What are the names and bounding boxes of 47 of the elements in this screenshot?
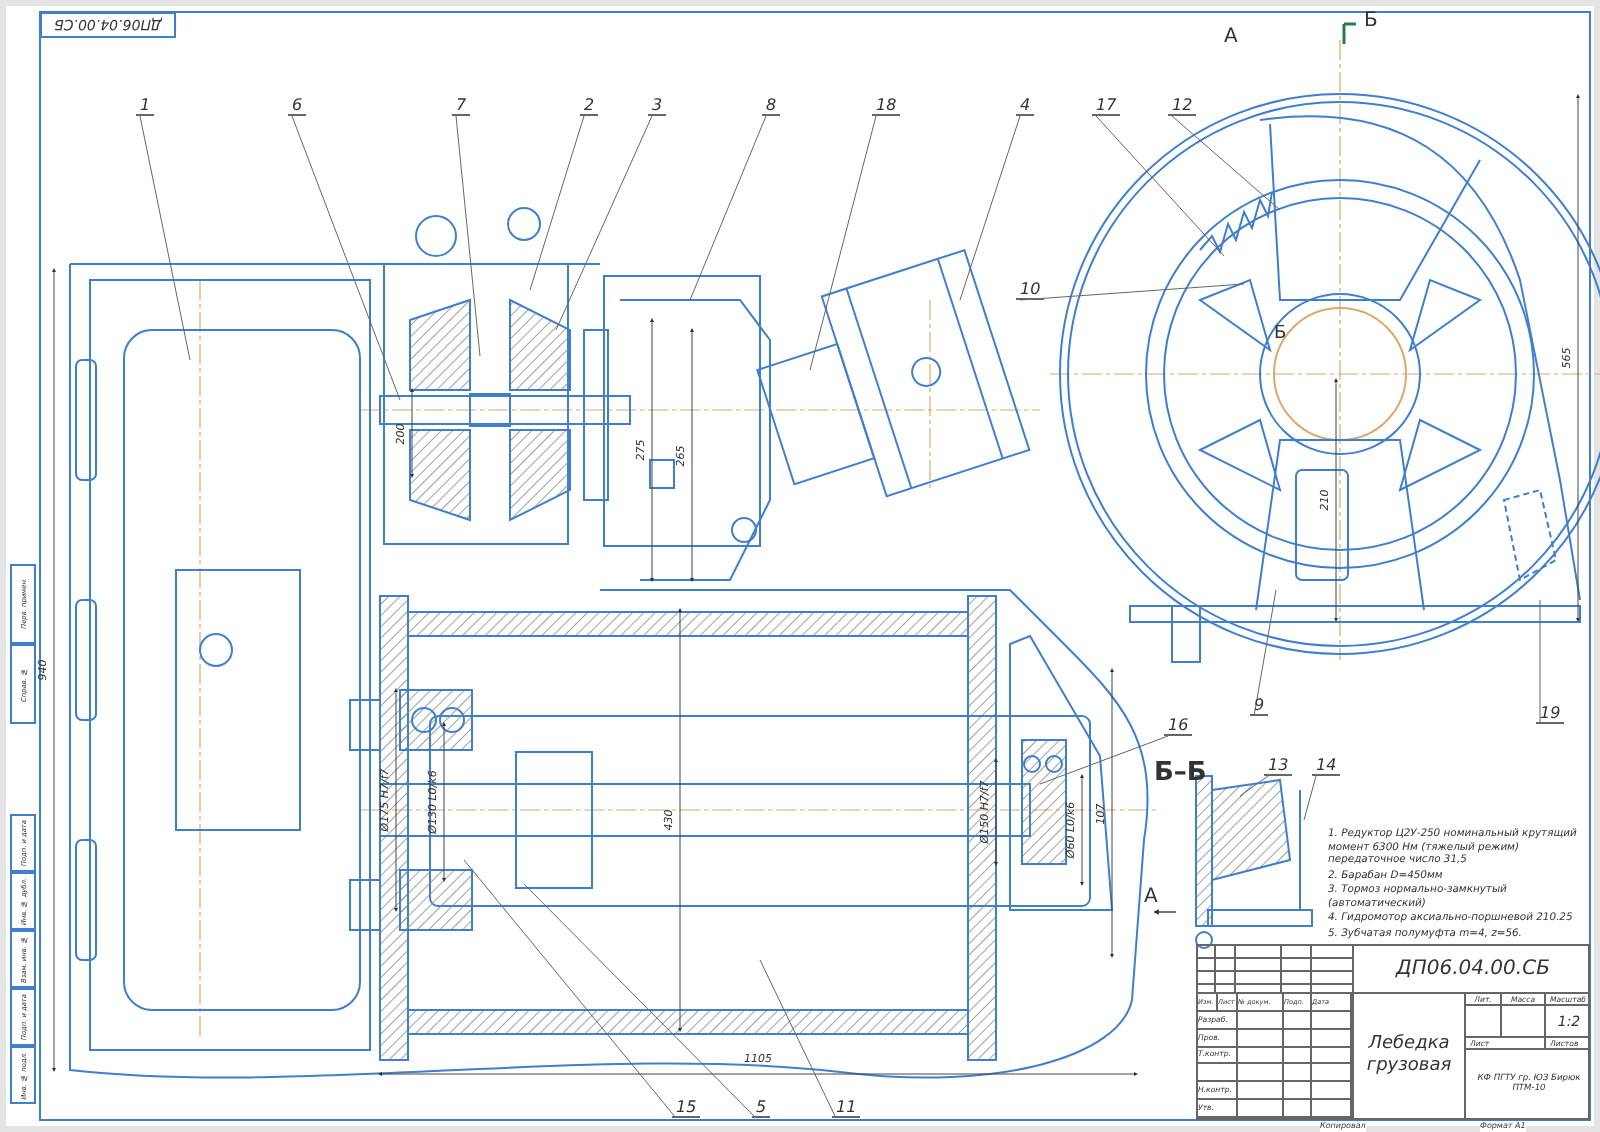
leader-line <box>1303 775 1317 821</box>
drawing-name: Лебедка грузовая <box>1354 994 1466 1118</box>
part-number-label: 1 <box>136 96 155 116</box>
part-number-label: 6 <box>288 96 307 116</box>
table-cell <box>1238 1011 1284 1030</box>
part-number-label: 8 <box>762 96 781 116</box>
view-arrow <box>1153 909 1177 915</box>
part-number-label: 11 <box>832 1098 861 1118</box>
part-number-label: 3 <box>648 96 667 116</box>
part-number-label: 2 <box>580 96 599 116</box>
dimension-line <box>1080 774 1084 886</box>
drawing-designation: ДП06.04.00.СБ <box>1354 946 1588 994</box>
table-cell <box>1238 1082 1284 1101</box>
table-cell <box>1284 1011 1312 1030</box>
part-number-label: 17 <box>1092 96 1121 116</box>
table-cell <box>1238 1029 1284 1048</box>
table-cell <box>1284 1029 1312 1048</box>
table-cell <box>1466 1006 1502 1038</box>
table-cell <box>1502 1006 1546 1038</box>
part-number-label: 9 <box>1250 696 1269 716</box>
leader-line <box>1539 599 1541 725</box>
part-number-label: 12 <box>1168 96 1197 116</box>
table-cell <box>1238 1047 1284 1065</box>
part-number-label: 10 <box>1016 280 1045 300</box>
leader-line <box>1253 589 1277 717</box>
part-number-label: 7 <box>452 96 471 116</box>
part-number-label: 5 <box>752 1098 771 1118</box>
table-cell <box>1238 1064 1284 1083</box>
dimension-line <box>410 388 414 478</box>
part-number-label: 18 <box>872 96 901 116</box>
table-cell <box>1284 1047 1312 1065</box>
view-label: Б <box>1364 12 1378 32</box>
table-cell <box>1284 1082 1312 1101</box>
view-label: А <box>1224 28 1238 48</box>
view-label: Б <box>1274 326 1287 344</box>
table-cell <box>1284 1064 1312 1083</box>
part-number-label: 14 <box>1312 756 1341 776</box>
part-number-label: 16 <box>1164 716 1193 736</box>
cut-line-marker <box>1342 22 1356 44</box>
part-number-label: 4 <box>1016 96 1035 116</box>
part-number-label: 15 <box>672 1098 701 1118</box>
leader-line <box>1239 775 1269 797</box>
view-label: А <box>1144 888 1158 908</box>
section-title: Б–Б <box>1154 760 1207 786</box>
dimension-line <box>994 758 998 866</box>
part-number-label: 19 <box>1536 704 1565 724</box>
part-number-label: 13 <box>1264 756 1293 776</box>
